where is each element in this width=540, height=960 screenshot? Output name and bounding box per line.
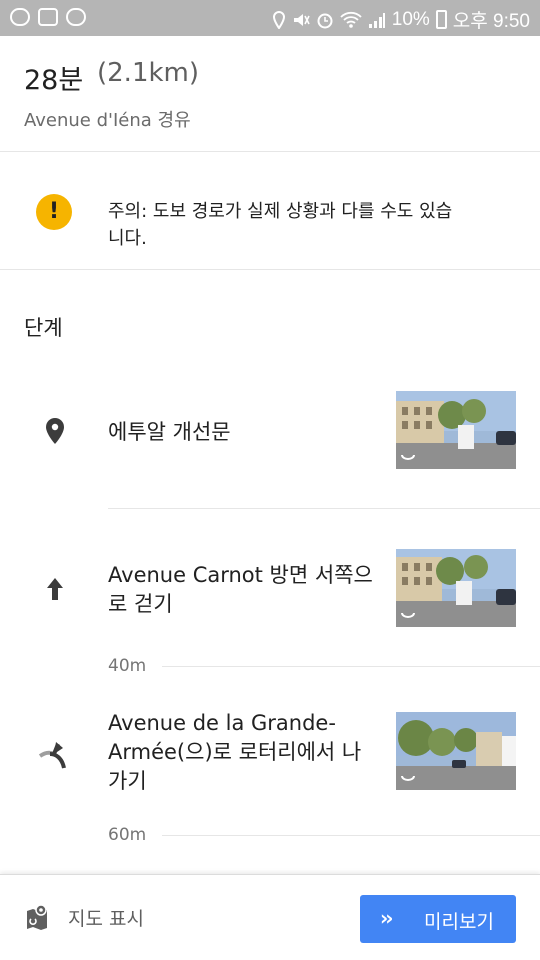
system-icons: 10% 오후 9:50 bbox=[272, 6, 530, 33]
route-duration: 28분 bbox=[24, 65, 84, 96]
app-icon bbox=[10, 8, 30, 26]
gallery-icon bbox=[38, 8, 58, 26]
step-divider bbox=[162, 666, 540, 667]
route-distance: (2.1km) bbox=[97, 58, 200, 88]
step-divider bbox=[108, 508, 540, 509]
step-divider bbox=[162, 835, 540, 836]
show-map-button[interactable]: 지도 표시 bbox=[24, 897, 144, 937]
place-pin-icon bbox=[46, 418, 64, 444]
alarm-icon bbox=[317, 13, 333, 28]
double-chevron-right-icon: ›› bbox=[380, 906, 394, 930]
status-bar: 10% 오후 9:50 bbox=[0, 0, 540, 36]
signal-icon bbox=[368, 12, 385, 28]
street-view-thumbnail[interactable] bbox=[396, 391, 516, 469]
step-distance-label: 40m bbox=[108, 656, 147, 676]
warning-icon: ! bbox=[36, 194, 72, 230]
arrow-up-icon bbox=[47, 578, 63, 600]
street-view-thumbnail[interactable] bbox=[396, 712, 516, 790]
battery-percent: 10% bbox=[391, 8, 430, 30]
step-instruction: Avenue Carnot 방면 서쪽으로 걷기 bbox=[108, 563, 373, 616]
step-instruction: 에투알 개선문 bbox=[108, 420, 231, 444]
preview-label: 미리보기 bbox=[424, 911, 494, 933]
roundabout-exit-icon bbox=[38, 742, 66, 769]
step-distance-label: 60m bbox=[108, 825, 147, 845]
location-icon bbox=[272, 10, 285, 29]
route-summary: 28분 (2.1km) Avenue d'Iéna 경유 bbox=[0, 36, 540, 152]
step-distance: 60m bbox=[108, 825, 540, 845]
walking-warning: ! 주의: 도보 경로가 실제 상황과 다를 수도 있습니다. bbox=[0, 152, 540, 270]
notification-icons bbox=[10, 8, 86, 26]
preview-button[interactable]: ›› 미리보기 bbox=[360, 895, 516, 943]
clock: 오후 9:50 bbox=[452, 11, 530, 32]
step-distance: 40m bbox=[108, 656, 540, 676]
talk-icon bbox=[66, 8, 86, 26]
route-via: Avenue d'Iéna 경유 bbox=[24, 110, 191, 131]
battery-icon bbox=[435, 10, 447, 29]
warning-text: 주의: 도보 경로가 실제 상황과 다를 수도 있습니다. bbox=[108, 201, 453, 249]
mute-icon bbox=[293, 13, 310, 26]
wifi-icon bbox=[340, 11, 362, 28]
street-view-thumbnail[interactable] bbox=[396, 549, 516, 627]
bottom-action-bar: 지도 표시 ›› 미리보기 bbox=[0, 874, 540, 960]
show-map-label: 지도 표시 bbox=[68, 907, 144, 930]
map-icon bbox=[27, 904, 47, 930]
step-instruction: Avenue de la Grande-Armée(으)로 로터리에서 나가기 bbox=[108, 711, 362, 793]
steps-heading: 단계 bbox=[24, 316, 63, 340]
